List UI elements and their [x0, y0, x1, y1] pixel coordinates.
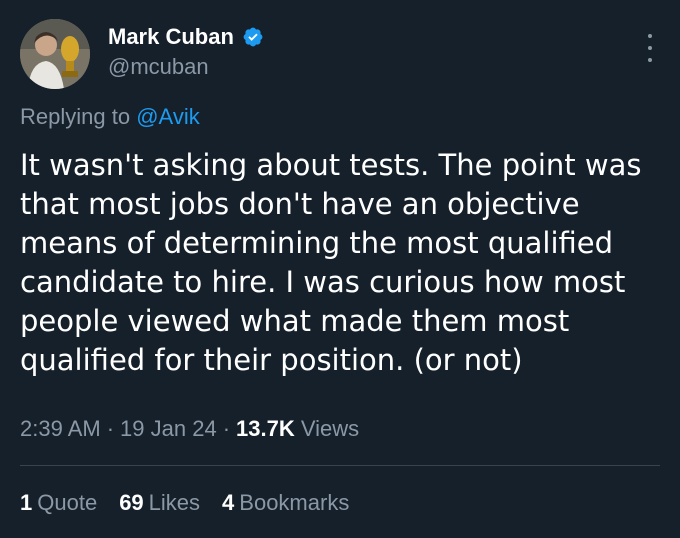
- author-handle[interactable]: @mcuban: [108, 54, 209, 80]
- tweet-meta: 2:39 AM · 19 Jan 24 · 13.7K Views: [20, 416, 359, 442]
- avatar-image: [20, 19, 90, 89]
- bookmarks-stat[interactable]: 4 Bookmarks: [222, 490, 349, 516]
- tweet-time[interactable]: 2:39 AM: [20, 416, 101, 441]
- verified-badge-icon: [242, 26, 264, 48]
- author-name-row: Mark Cuban: [108, 22, 264, 52]
- likes-label: Likes: [148, 490, 201, 515]
- likes-stat[interactable]: 69 Likes: [119, 490, 200, 516]
- tweet-text-line: qualified for their position. (or not): [20, 343, 523, 377]
- replying-to-line: Replying to @Avik: [20, 104, 200, 130]
- tweet-text-line: people viewed what made them most: [20, 304, 570, 338]
- bookmarks-count: 4: [222, 490, 235, 515]
- likes-count: 69: [119, 490, 144, 515]
- tweet-text-line: It wasn't asking about tests. The point …: [20, 148, 642, 182]
- tweet-date[interactable]: 19 Jan 24: [120, 416, 217, 441]
- more-dot: [648, 46, 652, 50]
- views-count[interactable]: 13.7K: [236, 416, 295, 441]
- author-name[interactable]: Mark Cuban: [108, 24, 234, 50]
- more-dot: [648, 34, 652, 38]
- tweet-text-line: candidate to hire. I was curious how mos…: [20, 265, 626, 299]
- meta-separator: ·: [222, 416, 231, 441]
- divider: [20, 465, 660, 466]
- engagement-stats: 1 Quote 69 Likes 4 Bookmarks: [20, 490, 349, 516]
- tweet-text: It wasn't asking about tests. The point …: [20, 146, 660, 380]
- quotes-count: 1: [20, 490, 33, 515]
- replying-to-handle-link[interactable]: @Avik: [136, 104, 200, 129]
- views-label: Views: [300, 416, 360, 441]
- bookmarks-label: Bookmarks: [239, 490, 350, 515]
- avatar[interactable]: [20, 19, 90, 89]
- more-dot: [648, 58, 652, 62]
- tweet-text-line: means of determining the most qualified: [20, 226, 614, 260]
- replying-to-label: Replying to: [20, 104, 131, 129]
- quotes-stat[interactable]: 1 Quote: [20, 490, 97, 516]
- meta-separator: ·: [106, 416, 115, 441]
- tweet-text-line: that most jobs don't have an objective: [20, 187, 580, 221]
- more-options-icon[interactable]: [646, 34, 654, 62]
- quotes-label: Quote: [37, 490, 98, 515]
